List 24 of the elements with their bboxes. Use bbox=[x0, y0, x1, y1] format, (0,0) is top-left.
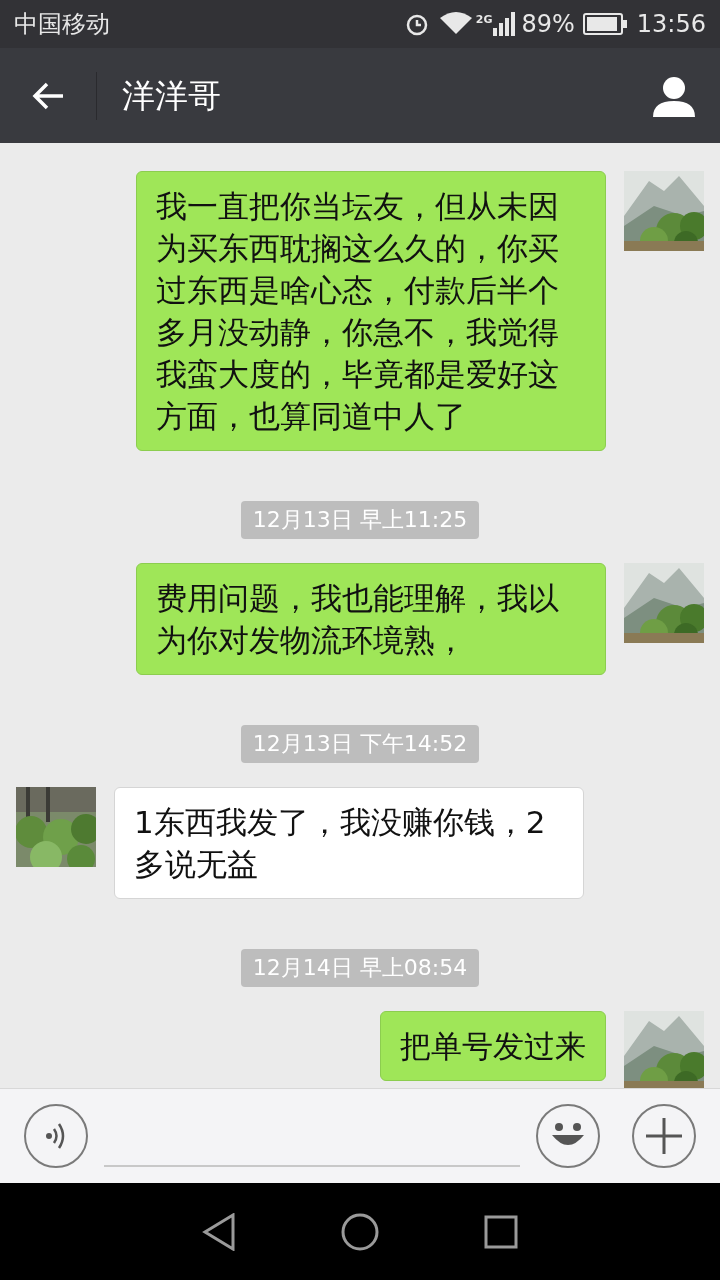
signal-icon bbox=[493, 12, 516, 36]
plus-icon bbox=[646, 1118, 682, 1154]
home-icon[interactable] bbox=[340, 1211, 380, 1252]
carrier-name: 中国移动 bbox=[14, 9, 110, 40]
timestamp: 12月13日 下午14:52 bbox=[240, 725, 480, 763]
message-bubble: 我一直把你当坛友，但从未因为买东西耽搁这么久的，你买过东西是啥心态，付款后半个多月没动静，你急不，我觉得我蛮大度的，毕竟都是爱好这方面，也算同道中人了 bbox=[136, 171, 606, 451]
timestamp: 12月13日 早上11:25 bbox=[240, 501, 480, 539]
emoji-button[interactable] bbox=[536, 1104, 600, 1168]
wifi-icon bbox=[439, 12, 472, 36]
back-icon[interactable] bbox=[202, 1212, 236, 1251]
message-bubble: 1东西我发了，我没赚你钱，2多说无益 bbox=[114, 787, 584, 899]
voice-button[interactable] bbox=[24, 1104, 88, 1168]
clock-time: 13:56 bbox=[636, 9, 706, 40]
battery-icon bbox=[582, 13, 627, 35]
chat-title: 洋洋哥 bbox=[122, 74, 222, 117]
battery-percent: 89% bbox=[521, 9, 575, 40]
timestamp: 12月14日 早上08:54 bbox=[240, 949, 480, 987]
back-arrow-icon bbox=[31, 80, 65, 111]
plus-button[interactable] bbox=[632, 1104, 696, 1168]
recents-icon[interactable] bbox=[484, 1214, 518, 1249]
message-bubble: 费用问题，我也能理解，我以为你对发物流环境熟， bbox=[136, 563, 606, 675]
network-label: 2G bbox=[475, 12, 493, 28]
message-bubble: 把单号发过来 bbox=[380, 1011, 606, 1081]
person-icon bbox=[653, 74, 695, 117]
